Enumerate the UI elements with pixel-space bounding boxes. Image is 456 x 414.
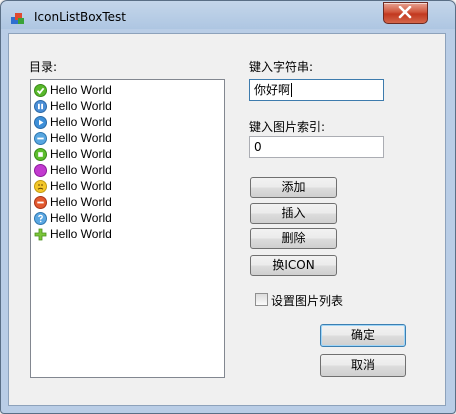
list-item-label: Hello World [50, 227, 112, 241]
index-label: 键入图片索引: [249, 120, 326, 134]
blue-question-icon [34, 211, 47, 225]
text-caret [291, 83, 293, 97]
dialog-window: IconListBoxTest 目录: Hello World Hello Wor… [0, 0, 456, 414]
yellow-warning-icon [34, 179, 47, 193]
list-item-label: Hello World [50, 115, 112, 129]
app-icon [11, 13, 24, 24]
list-item[interactable]: Hello World [34, 114, 112, 130]
blue-pause-icon [34, 99, 47, 113]
blue-play-icon [34, 115, 47, 129]
list-item-label: Hello World [50, 147, 112, 161]
add-button[interactable]: 添加 [250, 177, 337, 198]
list-item-label: Hello World [50, 83, 112, 97]
image-list-checkbox-label[interactable]: 设置图片列表 [271, 292, 343, 309]
list-item-label: Hello World [50, 211, 112, 225]
list-item[interactable]: Hello World [34, 146, 112, 162]
purple-circle-icon [34, 163, 47, 177]
list-item-label: Hello World [50, 179, 112, 193]
list-item[interactable]: Hello World [34, 178, 112, 194]
list-item[interactable]: Hello World [34, 130, 112, 146]
green-check-icon [34, 83, 47, 97]
window-title: IconListBoxTest [34, 10, 126, 24]
list-item[interactable]: Hello World [34, 98, 112, 114]
index-input-value: 0 [254, 140, 262, 154]
close-icon [398, 6, 412, 19]
list-item[interactable]: Hello World [34, 210, 112, 226]
red-minus-icon [34, 195, 47, 209]
title-bar[interactable]: IconListBoxTest [1, 1, 455, 33]
list-label: 目录: [29, 60, 58, 74]
list-item[interactable]: Hello World [34, 194, 112, 210]
cancel-button[interactable]: 取消 [320, 354, 406, 377]
insert-button[interactable]: 插入 [250, 203, 337, 224]
delete-button[interactable]: 删除 [250, 228, 337, 249]
dialog-client-area: 目录: Hello World Hello World Hello World Hel… [8, 33, 446, 406]
list-item-label: Hello World [50, 163, 112, 177]
icon-list-box[interactable]: Hello World Hello World Hello World Hello W… [30, 79, 225, 378]
list-item-label: Hello World [50, 131, 112, 145]
blue-minus-icon [34, 131, 47, 145]
index-input[interactable]: 0 [249, 136, 384, 158]
list-item-label: Hello World [50, 195, 112, 209]
close-button[interactable] [383, 2, 428, 24]
image-list-checkbox[interactable] [255, 293, 268, 306]
list-item[interactable]: Hello World [34, 82, 112, 98]
green-stop-icon [34, 147, 47, 161]
green-plus-icon [34, 228, 47, 240]
list-item-label: Hello World [50, 99, 112, 113]
list-item[interactable]: Hello World [34, 226, 112, 242]
string-input-value: 你好啊 [254, 83, 291, 97]
list-item[interactable]: Hello World [34, 162, 112, 178]
change-icon-button[interactable]: 换ICON [250, 255, 337, 276]
string-label: 键入字符串: [249, 60, 314, 74]
ok-button[interactable]: 确定 [320, 324, 406, 347]
string-input[interactable]: 你好啊 [249, 79, 384, 101]
